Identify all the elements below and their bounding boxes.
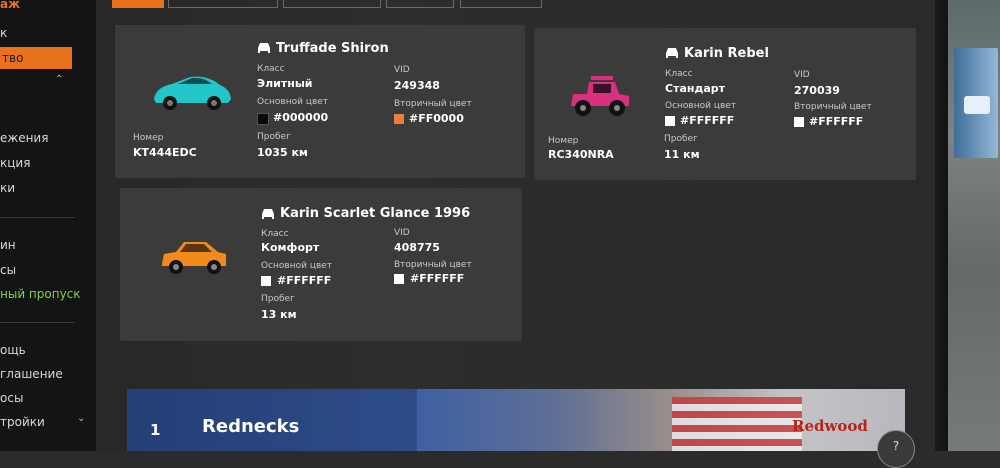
car-icon <box>262 209 274 219</box>
mileage-value: 1035 км <box>257 146 308 159</box>
plate-value: RC340NRA <box>548 148 614 161</box>
game-screen: аж ⌃ к тво ⌃ ежения кция ки ин сы ный пр… <box>0 0 940 468</box>
tab-4[interactable] <box>386 0 454 8</box>
kiosk-graphic <box>954 48 998 158</box>
sidebar-item-1[interactable]: к <box>0 26 7 40</box>
mileage-value: 13 км <box>261 308 297 321</box>
sidebar-item-10[interactable]: ощь <box>0 343 26 357</box>
secondary-color-value: #FF0000 <box>409 112 464 125</box>
help-icon[interactable]: ? <box>877 430 915 468</box>
chevron-up-icon[interactable]: ⌃ <box>55 0 63 7</box>
primary-color-label: Основной цвет <box>261 261 333 271</box>
primary-color-label: Основной цвет <box>257 97 329 107</box>
mileage-label: Пробег <box>261 294 295 304</box>
sidebar-item-selected[interactable]: тво <box>0 47 72 69</box>
tab-2[interactable] <box>168 0 278 8</box>
sidebar-item-13[interactable]: тройки <box>0 415 45 429</box>
vid-value: 249348 <box>394 79 440 92</box>
brand-logo: Redwood <box>792 417 868 435</box>
mileage-value: 11 км <box>664 148 700 161</box>
vid-label: VID <box>394 228 410 238</box>
plate-value: KT444EDC <box>133 146 197 159</box>
rank-number: 1 <box>150 421 161 439</box>
class-label: Класс <box>261 229 289 239</box>
sidebar-item-7[interactable]: ин <box>0 238 16 252</box>
car-image <box>154 76 231 110</box>
sidebar-item-11[interactable]: глашение <box>0 367 63 381</box>
primary-color-value: #FFFFFF <box>680 114 735 127</box>
vid-value: 408775 <box>394 241 440 254</box>
sidebar-item-4[interactable]: ежения <box>0 131 48 145</box>
car-icon <box>258 43 270 53</box>
secondary-color-value: #FFFFFF <box>809 115 864 128</box>
sidebar-item-12[interactable]: осы <box>0 391 23 405</box>
sidebar-item-battle-pass[interactable]: ный пропуск <box>0 287 81 301</box>
tab-3[interactable] <box>283 0 381 8</box>
secondary-color-label: Вторичный цвет <box>394 260 472 270</box>
vehicle-name: Karin Rebel <box>684 46 769 61</box>
class-label: Класс <box>257 64 285 74</box>
tab-5[interactable] <box>460 0 542 8</box>
sidebar-item-5[interactable]: кция <box>0 156 30 170</box>
vehicle-name: Karin Scarlet Glance 1996 <box>280 206 471 221</box>
primary-color-swatch <box>261 276 271 286</box>
plate-label: Номер <box>548 136 579 146</box>
secondary-color-swatch <box>794 117 804 127</box>
secondary-color-label: Вторичный цвет <box>394 99 472 109</box>
divider <box>0 322 75 323</box>
family-banner[interactable]: 1 Rednecks Redwood <box>127 389 905 451</box>
plate-label: Номер <box>133 133 164 143</box>
flag-graphic <box>672 397 802 451</box>
vehicle-name: Truffade Shiron <box>276 41 389 56</box>
secondary-color-swatch <box>394 114 404 124</box>
class-value: Стандарт <box>665 82 726 95</box>
tab-active[interactable] <box>112 0 164 8</box>
mileage-label: Пробег <box>664 134 698 144</box>
sidebar: аж ⌃ к тво ⌃ ежения кция ки ин сы ный пр… <box>0 0 96 451</box>
sidebar-item-garage[interactable]: аж <box>0 0 20 11</box>
vehicle-card[interactable]: Karin Rebel Класс Стандарт VID 270039 Ос… <box>534 28 916 180</box>
class-label: Класс <box>665 69 693 79</box>
vehicle-card[interactable]: Truffade Shiron Класс Элитный VID 249348… <box>115 25 525 178</box>
car-icon <box>666 48 678 58</box>
divider <box>0 217 75 218</box>
family-name: Rednecks <box>202 416 300 437</box>
sidebar-item-8[interactable]: сы <box>0 263 16 277</box>
vid-value: 270039 <box>794 84 840 97</box>
secondary-color-label: Вторичный цвет <box>794 102 872 112</box>
primary-color-swatch <box>257 113 269 125</box>
class-value: Комфорт <box>261 241 320 254</box>
secondary-color-swatch <box>394 274 404 284</box>
car-image <box>571 76 629 116</box>
primary-color-swatch <box>665 116 675 126</box>
class-value: Элитный <box>257 77 313 90</box>
chevron-down-icon[interactable]: ⌄ <box>77 413 85 424</box>
sidebar-item-6[interactable]: ки <box>0 181 15 195</box>
primary-color-value: #000000 <box>273 111 329 124</box>
chevron-up-icon[interactable]: ⌃ <box>55 74 63 85</box>
mileage-label: Пробег <box>257 132 291 142</box>
secondary-color-value: #FFFFFF <box>410 272 465 285</box>
primary-color-label: Основной цвет <box>665 101 737 111</box>
vid-label: VID <box>394 65 410 75</box>
vid-label: VID <box>794 70 810 80</box>
car-image <box>162 242 226 274</box>
background-outside <box>948 0 1000 451</box>
primary-color-value: #FFFFFF <box>277 274 332 287</box>
vehicle-card[interactable]: Karin Scarlet Glance 1996 Класс Комфорт … <box>120 188 522 341</box>
